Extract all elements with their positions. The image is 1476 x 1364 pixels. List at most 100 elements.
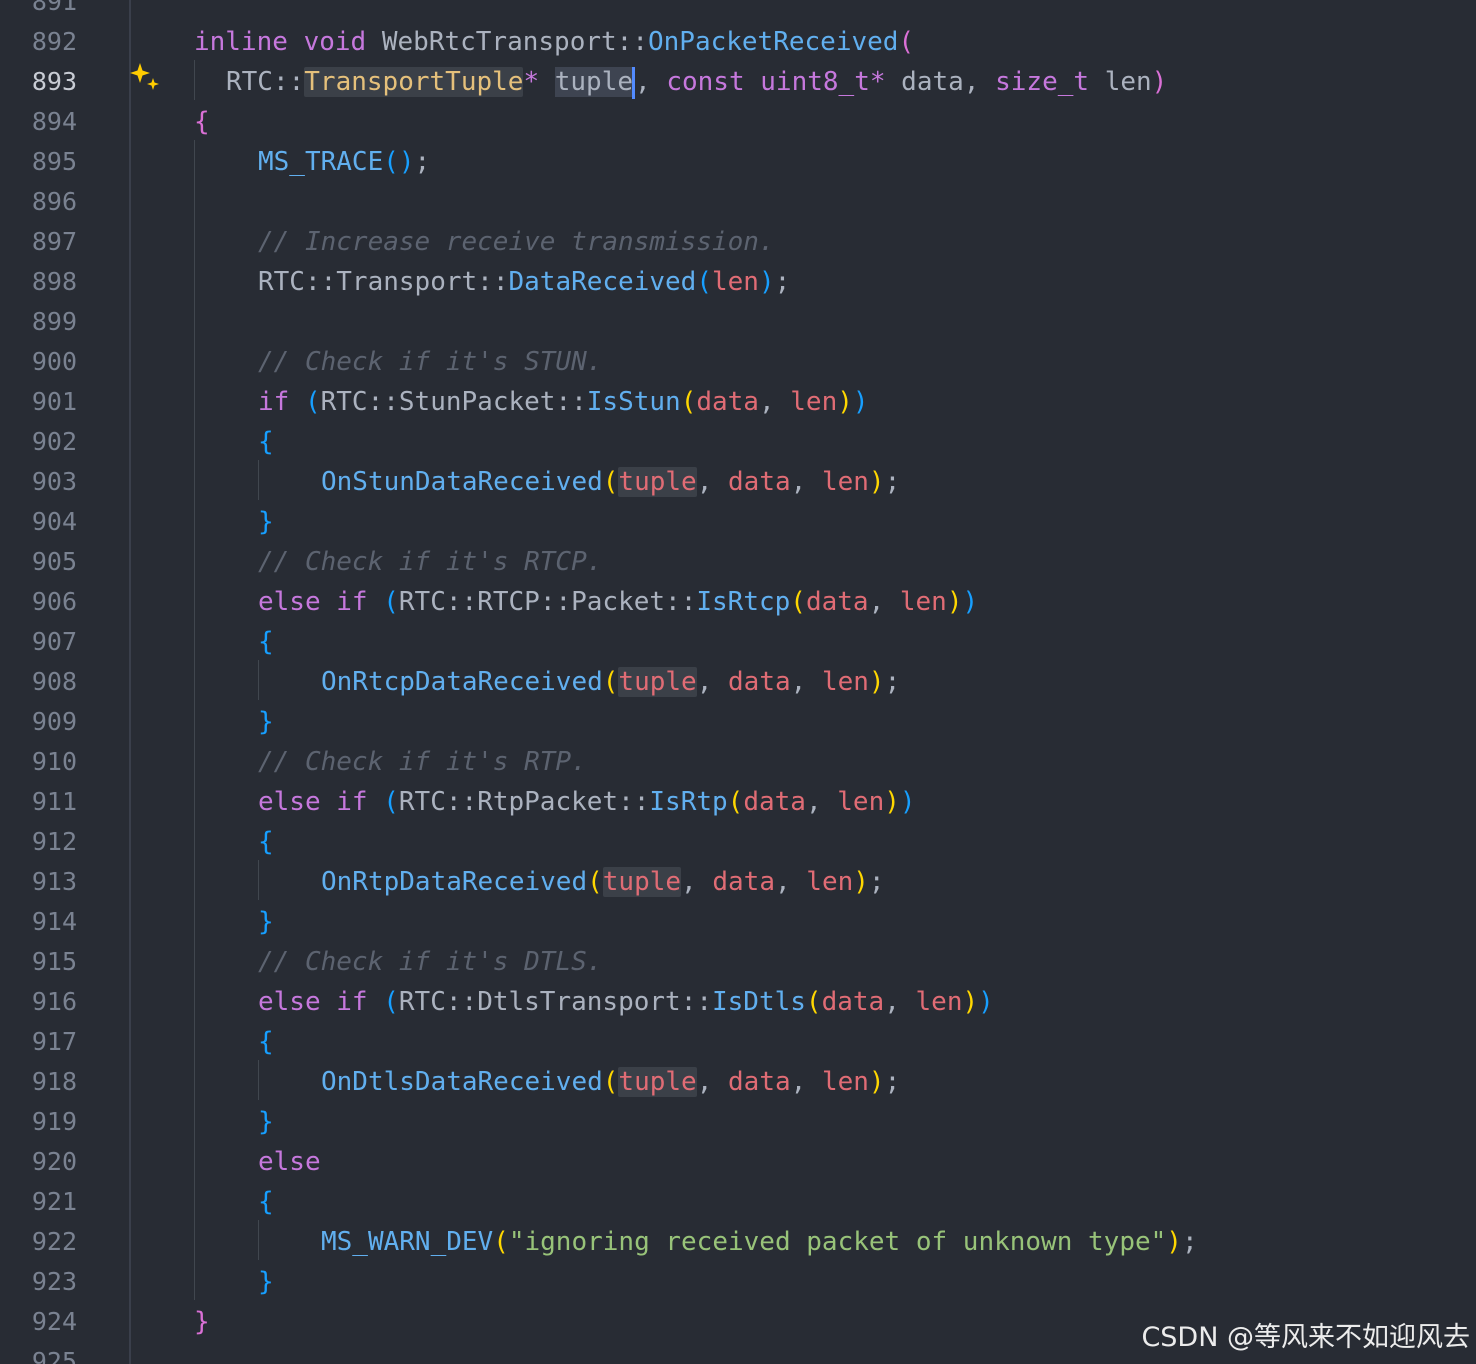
line-number: 913 [31, 867, 77, 896]
code-text[interactable]: } [258, 502, 274, 542]
code-line: 894 { [0, 102, 1476, 142]
code-line: 891 [0, 0, 1476, 22]
line-number: 910 [31, 747, 77, 776]
code-text[interactable]: // Check if it's DTLS. [258, 942, 602, 982]
code-line: 901 if (RTC::StunPacket::IsStun(data, le… [0, 382, 1476, 422]
code-line: 909 } [0, 702, 1476, 742]
code-line: 915 // Check if it's DTLS. [0, 942, 1476, 982]
line-number: 922 [31, 1227, 77, 1256]
code-text[interactable]: if (RTC::StunPacket::IsStun(data, len)) [258, 382, 869, 422]
code-text[interactable]: } [258, 1262, 274, 1302]
code-text[interactable]: } [258, 902, 274, 942]
code-line-active: 893 RTC::TransportTuple* tuple, const ui… [0, 62, 1476, 102]
line-number: 915 [31, 947, 77, 976]
code-line: 910 // Check if it's RTP. [0, 742, 1476, 782]
code-text[interactable]: OnDtlsDataReceived(tuple, data, len); [321, 1062, 900, 1102]
line-number: 914 [31, 907, 77, 936]
code-line: 912 { [0, 822, 1476, 862]
code-line: 908 OnRtcpDataReceived(tuple, data, len)… [0, 662, 1476, 702]
code-line: 904 } [0, 502, 1476, 542]
line-number: 903 [31, 467, 77, 496]
line-number: 909 [31, 707, 77, 736]
code-text[interactable]: MS_TRACE(); [258, 142, 430, 182]
code-line: 906 else if (RTC::RTCP::Packet::IsRtcp(d… [0, 582, 1476, 622]
code-text[interactable]: } [258, 1102, 274, 1142]
line-number: 893 [31, 67, 77, 96]
code-line: 914 } [0, 902, 1476, 942]
code-text[interactable]: else if (RTC::RtpPacket::IsRtp(data, len… [258, 782, 916, 822]
code-text[interactable]: OnRtcpDataReceived(tuple, data, len); [321, 662, 900, 702]
code-text[interactable]: { [258, 1022, 274, 1062]
code-line: 897 // Increase receive transmission. [0, 222, 1476, 262]
line-number: 919 [31, 1107, 77, 1136]
code-line: 920 else [0, 1142, 1476, 1182]
code-text[interactable]: // Check if it's STUN. [258, 342, 602, 382]
line-number: 905 [31, 547, 77, 576]
code-text[interactable]: RTC::Transport::DataReceived(len); [258, 262, 790, 302]
line-number: 917 [31, 1027, 77, 1056]
code-line: 918 OnDtlsDataReceived(tuple, data, len)… [0, 1062, 1476, 1102]
line-number: 924 [31, 1307, 77, 1336]
line-number: 925 [31, 1347, 77, 1364]
code-text[interactable]: // Check if it's RTCP. [258, 542, 602, 582]
line-number: 900 [31, 347, 77, 376]
line-number: 898 [31, 267, 77, 296]
line-number: 916 [31, 987, 77, 1016]
code-text[interactable]: OnRtpDataReceived(tuple, data, len); [321, 862, 885, 902]
line-number: 923 [31, 1267, 77, 1296]
code-text[interactable]: { [258, 622, 274, 662]
code-line: 895 MS_TRACE(); [0, 142, 1476, 182]
code-line: 898 RTC::Transport::DataReceived(len); [0, 262, 1476, 302]
code-line: 922 MS_WARN_DEV("ignoring received packe… [0, 1222, 1476, 1262]
line-number: 918 [31, 1067, 77, 1096]
code-line: 900 // Check if it's STUN. [0, 342, 1476, 382]
code-editor[interactable]: 891 892 inline void WebRtcTransport::OnP… [0, 0, 1476, 1364]
code-text[interactable]: MS_WARN_DEV("ignoring received packet of… [321, 1222, 1198, 1262]
code-text[interactable]: { [258, 1182, 274, 1222]
code-text[interactable]: // Check if it's RTP. [258, 742, 587, 782]
code-line: 919 } [0, 1102, 1476, 1142]
line-number: 911 [31, 787, 77, 816]
line-number: 908 [31, 667, 77, 696]
code-line: 921 { [0, 1182, 1476, 1222]
line-number: 896 [31, 187, 77, 216]
line-number: 892 [31, 27, 77, 56]
selected-word: tuple [554, 67, 634, 97]
code-line: 902 { [0, 422, 1476, 462]
line-number: 899 [31, 307, 77, 336]
line-number: 904 [31, 507, 77, 536]
code-line: 923 } [0, 1262, 1476, 1302]
code-line: 913 OnRtpDataReceived(tuple, data, len); [0, 862, 1476, 902]
code-line: 916 else if (RTC::DtlsTransport::IsDtls(… [0, 982, 1476, 1022]
code-line: 892 inline void WebRtcTransport::OnPacke… [0, 22, 1476, 62]
line-number: 906 [31, 587, 77, 616]
code-line: 905 // Check if it's RTCP. [0, 542, 1476, 582]
line-number: 907 [31, 627, 77, 656]
code-text[interactable]: } [194, 1302, 210, 1342]
code-text[interactable]: { [194, 102, 210, 142]
code-line: 899 [0, 302, 1476, 342]
code-line: 917 { [0, 1022, 1476, 1062]
line-number: 897 [31, 227, 77, 256]
line-number: 920 [31, 1147, 77, 1176]
line-number: 894 [31, 107, 77, 136]
code-line: 903 OnStunDataReceived(tuple, data, len)… [0, 462, 1476, 502]
code-text[interactable]: else if (RTC::DtlsTransport::IsDtls(data… [258, 982, 994, 1022]
code-text[interactable]: { [258, 822, 274, 862]
code-text[interactable]: else [258, 1142, 321, 1182]
line-number: 891 [31, 0, 77, 16]
code-text[interactable]: RTC::TransportTuple* tuple, const uint8_… [226, 62, 1167, 102]
code-text[interactable]: inline void WebRtcTransport::OnPacketRec… [194, 22, 914, 62]
code-text[interactable]: } [258, 702, 274, 742]
watermark: CSDN @等风来不如迎风去 [1141, 1322, 1470, 1353]
line-number: 902 [31, 427, 77, 456]
code-text[interactable]: else if (RTC::RTCP::Packet::IsRtcp(data,… [258, 582, 978, 622]
line-number: 895 [31, 147, 77, 176]
line-number: 901 [31, 387, 77, 416]
code-line: 911 else if (RTC::RtpPacket::IsRtp(data,… [0, 782, 1476, 822]
code-text[interactable]: // Increase receive transmission. [258, 222, 775, 262]
code-text[interactable]: OnStunDataReceived(tuple, data, len); [321, 462, 900, 502]
code-text[interactable]: { [258, 422, 274, 462]
line-number: 921 [31, 1187, 77, 1216]
code-line: 907 { [0, 622, 1476, 662]
